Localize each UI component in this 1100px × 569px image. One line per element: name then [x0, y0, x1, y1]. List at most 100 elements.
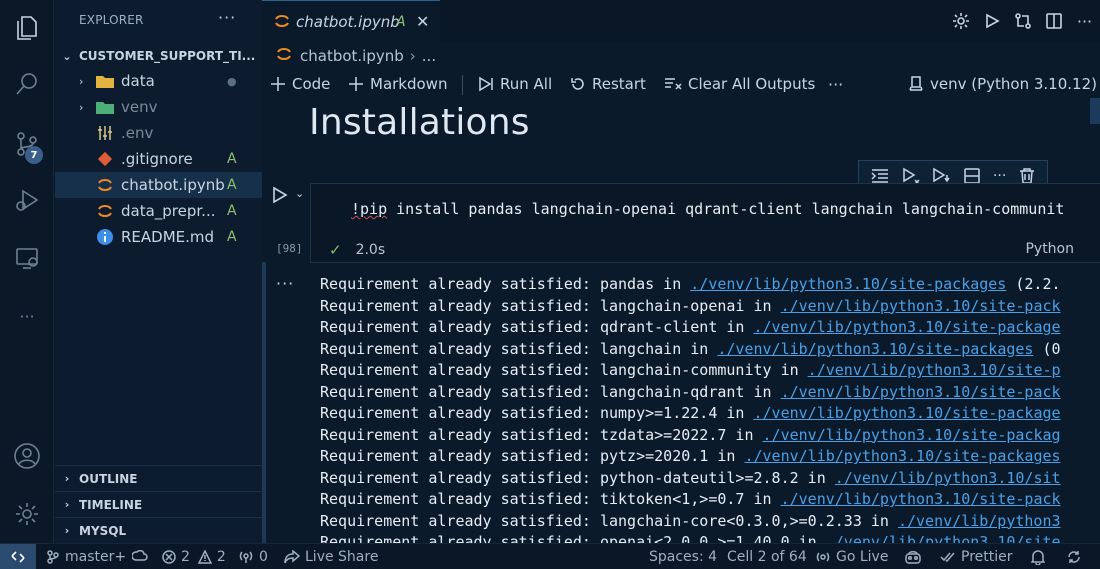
explorer-more-button[interactable]: ···: [218, 8, 236, 27]
tree-item-chatbot[interactable]: chatbot.ipynb A: [55, 172, 262, 198]
close-icon[interactable]: ✕: [416, 12, 429, 31]
prettier-button[interactable]: Prettier: [940, 544, 1013, 569]
cell-position-indicator[interactable]: Cell 2 of 64: [727, 544, 807, 569]
run-all-button[interactable]: Run All: [478, 70, 552, 98]
output-path-link[interactable]: ./venv/lib/python3.10/site-packages: [744, 447, 1060, 465]
output-path-link[interactable]: ./venv/lib/python3.10/site-pack: [781, 383, 1061, 401]
tree-item-gitignore[interactable]: .gitignore A: [55, 146, 262, 172]
tree-item-env[interactable]: .env: [55, 120, 262, 146]
restart-button[interactable]: Restart: [570, 70, 646, 98]
output-text-tail: (0: [1033, 339, 1061, 358]
indentation-indicator[interactable]: Spaces: 4: [649, 544, 717, 569]
section-timeline[interactable]: › TIMELINE: [55, 491, 262, 517]
output-path-link[interactable]: ./venv/lib/python3.10/site-packag: [763, 426, 1061, 444]
tree-item-label: data: [121, 72, 155, 90]
workspace-folder-label: CUSTOMER_SUPPORT_TI...: [79, 49, 256, 63]
gear-icon[interactable]: [945, 6, 976, 36]
copilot-icon[interactable]: [904, 544, 927, 569]
go-live-button[interactable]: Go Live: [815, 544, 888, 569]
breadcrumb-file[interactable]: chatbot.ipynb: [300, 47, 404, 65]
output-path-link[interactable]: ./venv/lib/python3.10/site-package: [753, 318, 1060, 336]
split-editor-icon[interactable]: [1038, 6, 1069, 36]
output-path-link[interactable]: ./venv/lib/python3.10/site-pack: [781, 490, 1061, 508]
output-path-link[interactable]: ./venv/lib/python3.10/sit: [835, 469, 1061, 487]
notifications-button[interactable]: [1031, 544, 1050, 569]
run-cell-button[interactable]: [272, 186, 288, 208]
tab-status: A: [396, 13, 406, 30]
ports-indicator[interactable]: 0: [238, 544, 268, 569]
cell-focus-indicator: [262, 262, 266, 543]
live-share-button[interactable]: Live Share: [284, 544, 378, 569]
more-icon[interactable]: ···: [0, 296, 54, 336]
breadcrumb-rest[interactable]: ...: [422, 47, 436, 65]
run-debug-icon[interactable]: [0, 180, 54, 220]
tree-item-status: A: [227, 203, 237, 219]
branch-indicator[interactable]: master+: [46, 544, 153, 569]
tree-item-data-prep[interactable]: data_prepr... A: [55, 198, 262, 224]
remote-explorer-icon[interactable]: [0, 238, 54, 278]
chevron-right-icon: ›: [79, 74, 84, 88]
output-path-link[interactable]: ./venv/lib/python3.10/site-p: [808, 361, 1061, 379]
status-bar: master+ 2 2 0 Live Share Spaces: 4 Cell …: [0, 543, 1100, 569]
output-path-link[interactable]: ./venv/lib/python3.10/site-package: [753, 404, 1060, 422]
branch-icon: [47, 550, 59, 564]
output-text-tail: (2.2.: [1006, 275, 1061, 293]
remote-icon: [11, 551, 25, 563]
tab-chatbot[interactable]: chatbot.ipynb A ✕: [262, 0, 440, 42]
explorer-sidebar: EXPLORER ··· ⌄ CUSTOMER_SUPPORT_TI... › …: [55, 0, 262, 543]
tree-item-venv[interactable]: › venv: [55, 94, 262, 120]
chevron-down-icon[interactable]: ⌄: [295, 187, 304, 200]
section-outline[interactable]: › OUTLINE: [55, 465, 262, 491]
run-icon[interactable]: [976, 6, 1007, 36]
cell-more-icon[interactable]: ···: [993, 168, 1006, 184]
accounts-sync-button[interactable]: [1066, 544, 1087, 569]
section-mysql[interactable]: › MYSQL: [55, 517, 262, 543]
clear-outputs-button[interactable]: Clear All Outputs: [664, 70, 815, 98]
kernel-picker[interactable]: venv (Python 3.10.12): [908, 70, 1097, 98]
toolbar-more-button[interactable]: ···: [828, 70, 843, 98]
output-text: Requirement already satisfied: langchain…: [320, 361, 808, 379]
clear-outputs-label: Clear All Outputs: [688, 75, 816, 93]
section-label: OUTLINE: [79, 471, 138, 486]
search-icon[interactable]: [0, 64, 54, 104]
output-line: Requirement already satisfied: tzdata>=2…: [320, 425, 1100, 447]
output-path-link[interactable]: ./venv/lib/python3: [898, 512, 1061, 530]
code-editor[interactable]: !pip install pandas langchain-openai qdr…: [351, 200, 1064, 218]
output-path-link[interactable]: ./venv/lib/python3.10/site-pack: [781, 297, 1061, 315]
add-code-button[interactable]: Code: [270, 70, 330, 98]
chevron-right-icon: ›: [64, 472, 70, 485]
cell-output: Requirement already satisfied: pandas in…: [320, 274, 1100, 543]
output-text: Requirement already satisfied: langchain…: [320, 339, 718, 358]
output-text: Requirement already satisfied: langchain…: [320, 296, 781, 315]
problems-indicator[interactable]: 2 2: [162, 544, 226, 569]
copilot-glyph: [905, 551, 921, 564]
sync-status-icon: [1068, 551, 1080, 563]
chevron-right-icon: ›: [64, 524, 70, 537]
more-actions-icon[interactable]: ···: [1069, 6, 1100, 36]
code-cell[interactable]: !pip install pandas langchain-openai qdr…: [310, 183, 1100, 263]
remote-indicator[interactable]: [0, 544, 36, 569]
env-file-icon: [95, 123, 115, 143]
execute-above-icon[interactable]: [871, 168, 889, 184]
accounts-icon[interactable]: [0, 436, 54, 476]
manage-icon[interactable]: [0, 494, 54, 534]
output-path-link[interactable]: ./venv/lib/python3.10/site-packages: [717, 340, 1033, 358]
add-markdown-button[interactable]: Markdown: [348, 70, 447, 98]
output-path-link[interactable]: ./venv/lib/python3.10/site-packages: [690, 275, 1006, 293]
cell-language[interactable]: Python: [1025, 241, 1074, 257]
cell-duration: 2.0s: [355, 242, 386, 258]
tab-label: chatbot.ipynb: [296, 12, 400, 31]
scrollbar-thumb[interactable]: [1090, 98, 1100, 124]
explorer-icon[interactable]: [0, 8, 54, 48]
tree-item-readme[interactable]: README.md A: [55, 224, 262, 250]
jupyter-icon: [95, 175, 115, 195]
tree-item-status: A: [227, 177, 237, 193]
compare-changes-icon[interactable]: [1007, 6, 1038, 36]
workspace-folder[interactable]: ⌄ CUSTOMER_SUPPORT_TI...: [55, 45, 262, 67]
tree-item-label: .gitignore: [121, 150, 193, 168]
output-more-button[interactable]: ···: [276, 274, 294, 293]
tree-item-data[interactable]: › data ●: [55, 68, 262, 94]
output-text: Requirement already satisfied: tiktoken<…: [320, 490, 781, 508]
run-all-label: Run All: [500, 75, 553, 93]
output-path-link[interactable]: ./venv/lib/python3.10/site: [826, 533, 1061, 543]
